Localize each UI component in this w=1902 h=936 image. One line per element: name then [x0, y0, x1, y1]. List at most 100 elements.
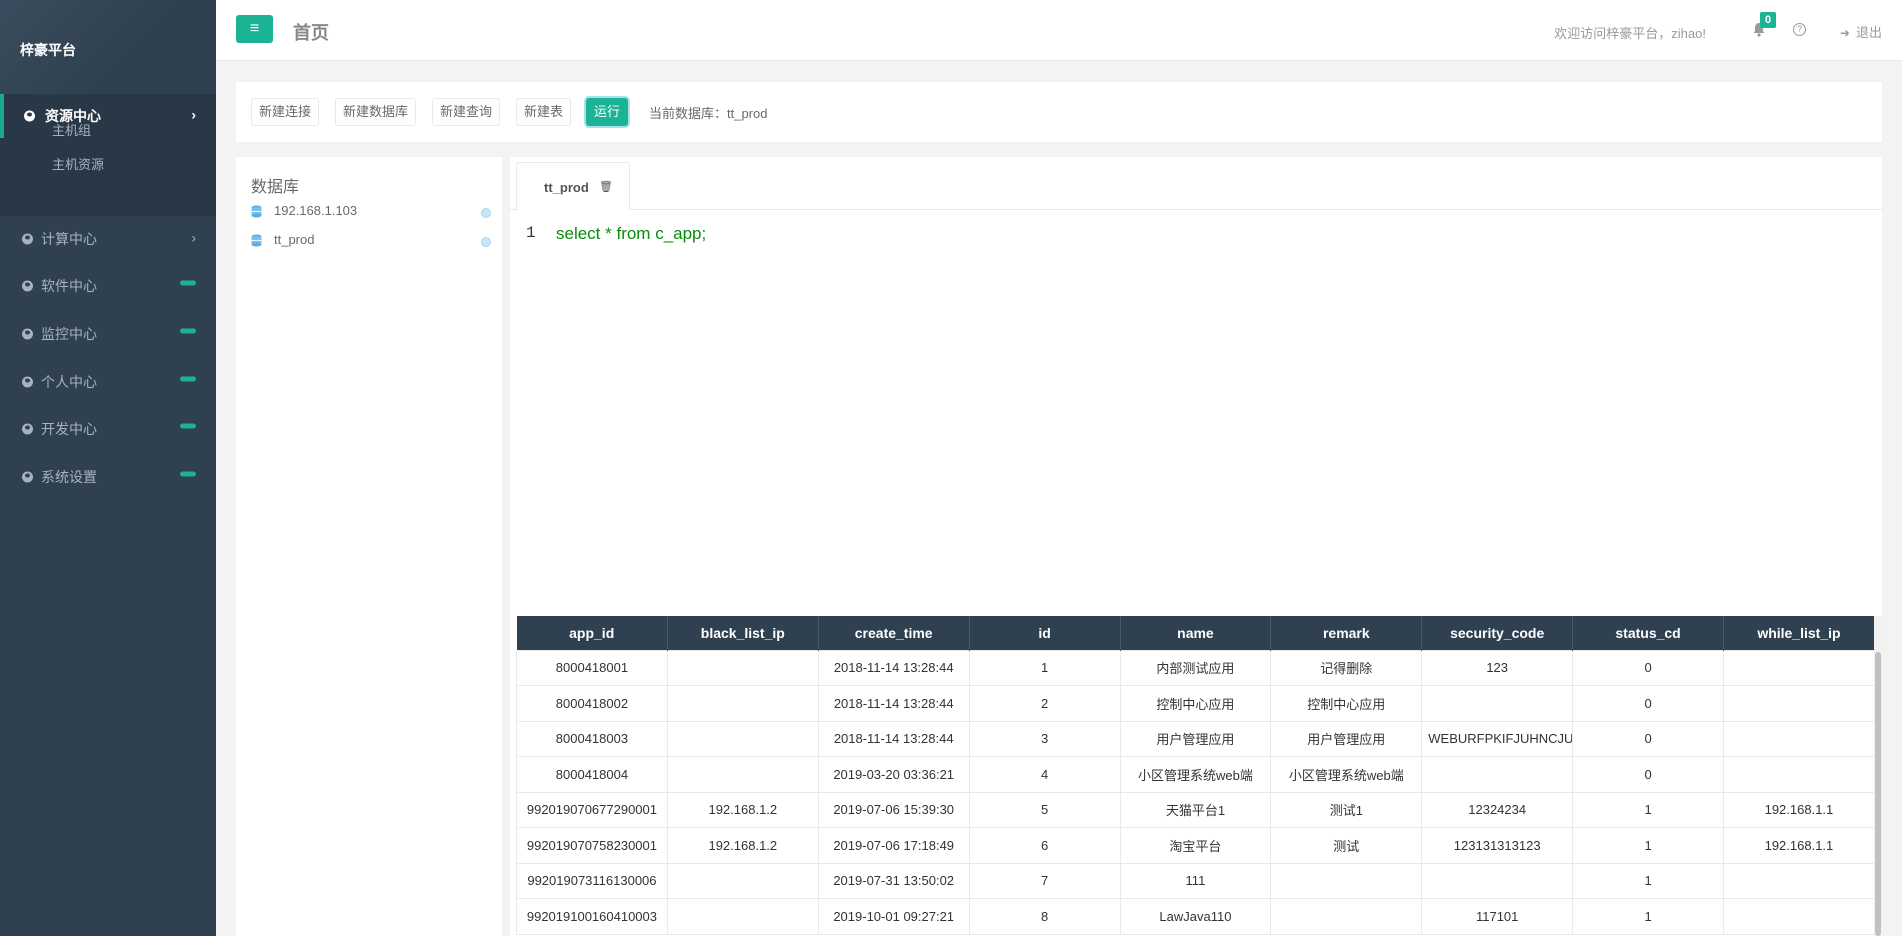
sidebar-item-system-settings[interactable]: 系统设置 — [0, 454, 216, 500]
table-cell: 淘宝平台 — [1119, 827, 1272, 864]
globe-icon — [22, 280, 33, 292]
table-cell — [1723, 685, 1875, 722]
table-cell — [666, 720, 819, 757]
sidebar: 梓豪平台 资源中心 › 主机组 主机资源 计算中心 › 软件中心 监控中心 个人… — [0, 0, 216, 936]
page-title: 首页 — [293, 23, 329, 43]
column-header[interactable]: security_code — [1421, 616, 1574, 650]
table-cell — [666, 685, 819, 722]
table-cell: 192.168.1.1 — [1723, 827, 1875, 864]
table-cell: 123 — [1421, 649, 1574, 686]
run-button[interactable]: 运行 — [586, 98, 629, 126]
sidebar-item-software-center[interactable]: 软件中心 — [0, 263, 216, 309]
new-query-button[interactable]: 新建查询 — [432, 98, 501, 126]
table-cell: 测试 — [1270, 827, 1423, 864]
table-cell: 小区管理系统web端 — [1119, 756, 1272, 793]
new-connection-button[interactable]: 新建连接 — [251, 98, 320, 126]
chevron-right-icon: › — [191, 106, 196, 123]
table-cell: 8 — [968, 898, 1121, 935]
sql-code[interactable]: select * from c_app; — [556, 224, 706, 244]
column-header[interactable]: remark — [1270, 616, 1423, 650]
table-cell: 用户管理应用 — [1119, 720, 1272, 757]
table-cell: 192.168.1.2 — [666, 791, 819, 828]
table-cell: 控制中心应用 — [1270, 685, 1423, 722]
sidebar-item-resource-center[interactable]: 资源中心 › — [0, 94, 216, 138]
database-icon — [251, 205, 262, 218]
column-header[interactable]: create_time — [818, 616, 970, 650]
table-cell — [1270, 898, 1423, 935]
status-pill — [180, 280, 196, 286]
line-number: 1 — [526, 224, 536, 242]
table-cell: 天猫平台1 — [1119, 791, 1272, 828]
table-cell — [1270, 862, 1423, 899]
globe-icon — [24, 110, 35, 122]
table-cell: 1 — [968, 649, 1121, 686]
sidebar-item-label: 系统设置 — [41, 469, 97, 485]
new-table-button[interactable]: 新建表 — [516, 98, 572, 126]
help-icon[interactable]: ? — [1793, 23, 1806, 36]
table-cell: 2018-11-14 13:28:44 — [817, 649, 970, 686]
globe-icon — [22, 471, 33, 483]
sidebar-subitem-host-group[interactable]: 主机组 — [52, 120, 91, 139]
column-header[interactable]: status_cd — [1572, 616, 1724, 650]
column-header[interactable]: app_id — [516, 616, 668, 650]
sidebar-item-monitor-center[interactable]: 监控中心 — [0, 311, 216, 357]
table-cell: 3 — [968, 720, 1121, 757]
table-cell — [1421, 756, 1574, 793]
table-cell: 2019-03-20 03:36:21 — [817, 756, 970, 793]
table-cell: 0 — [1572, 756, 1724, 793]
column-header[interactable]: while_list_ip — [1723, 616, 1875, 650]
new-database-button[interactable]: 新建数据库 — [335, 98, 417, 126]
database-item[interactable]: 192.168.1.103 — [251, 201, 491, 221]
database-panel: 数据库 192.168.1.103 tt_prod — [236, 157, 502, 936]
table-row[interactable]: 992019070758230001 192.168.1.2 2019-07-06 … — [516, 827, 1875, 864]
table-cell — [1421, 862, 1574, 899]
results-table: app_id black_list_ip create_time id name rema… — [516, 616, 1875, 935]
tab-tt-prod[interactable]: tt_prod 🗑 — [516, 162, 630, 211]
sql-editor[interactable]: 1 select * from c_app; — [510, 211, 1882, 611]
query-toolbar: 新建连接 新建数据库 新建查询 新建表 运行 当前数据库：tt_prod — [236, 82, 1882, 142]
brand-logo-text: 梓豪平台 — [20, 42, 76, 58]
table-cell — [1723, 649, 1875, 686]
table-cell: 992019070677290001 — [516, 791, 668, 828]
table-row[interactable]: 992019073116130006 2019-07-31 13:50:02 7 11… — [516, 862, 1875, 899]
database-item[interactable]: tt_prod — [251, 230, 491, 250]
status-pill — [180, 423, 196, 429]
table-cell: 2018-11-14 13:28:44 — [817, 685, 970, 722]
welcome-message: 欢迎访问梓豪平台，zihao! — [1554, 26, 1706, 41]
table-row[interactable]: 8000418002 2018-11-14 13:28:44 2 控制中心应用 控制中心… — [516, 685, 1875, 722]
table-cell: 2019-10-01 09:27:21 — [817, 898, 970, 935]
table-cell: 992019073116130006 — [516, 862, 668, 899]
logout-button[interactable]: ➜ 退出 — [1840, 22, 1882, 41]
sidebar-subitem-host-resource[interactable]: 主机资源 — [52, 154, 104, 173]
table-cell — [666, 649, 819, 686]
sidebar-group-resource-center: 资源中心 › 主机组 主机资源 — [0, 94, 216, 216]
table-row[interactable]: 8000418001 2018-11-14 13:28:44 1 内部测试应用 记得删除… — [516, 649, 1875, 686]
notification-count-badge: 0 — [1760, 12, 1776, 28]
scrollbar-thumb[interactable] — [1875, 652, 1881, 936]
table-cell: 5 — [968, 791, 1121, 828]
column-header[interactable]: name — [1120, 616, 1272, 650]
table-cell: 测试1 — [1270, 791, 1423, 828]
table-cell — [1723, 862, 1875, 899]
sign-out-icon: ➜ — [1839, 26, 1850, 40]
table-row[interactable]: 8000418004 2019-03-20 03:36:21 4 小区管理系统web端… — [516, 756, 1875, 793]
table-cell: WEBURFPKIFJUHNCJUI — [1421, 720, 1574, 757]
table-cell: 6 — [968, 827, 1121, 864]
trash-icon[interactable]: 🗑 — [599, 180, 613, 193]
table-cell: 1 — [1572, 791, 1724, 828]
sidebar-item-dev-center[interactable]: 开发中心 — [0, 406, 216, 452]
table-row[interactable]: 992019070677290001 192.168.1.2 2019-07-06 … — [516, 791, 1875, 828]
column-header[interactable]: id — [969, 616, 1121, 650]
column-header[interactable]: black_list_ip — [667, 616, 819, 650]
table-cell: 0 — [1572, 649, 1724, 686]
globe-icon — [22, 328, 33, 340]
logout-label: 退出 — [1855, 25, 1882, 40]
database-item-label: tt_prod — [274, 232, 315, 247]
table-row[interactable]: 992019100160410003 2019-10-01 09:27:21 8 La… — [516, 898, 1875, 935]
table-cell: 8000418003 — [516, 720, 668, 757]
sidebar-item-personal-center[interactable]: 个人中心 — [0, 359, 216, 405]
table-row[interactable]: 8000418003 2018-11-14 13:28:44 3 用户管理应用 用户管理… — [516, 720, 1875, 757]
results-scrollbar[interactable] — [1874, 616, 1882, 936]
menu-toggle-button[interactable]: ≡ — [236, 15, 273, 43]
sidebar-item-compute-center[interactable]: 计算中心 › — [0, 216, 216, 262]
